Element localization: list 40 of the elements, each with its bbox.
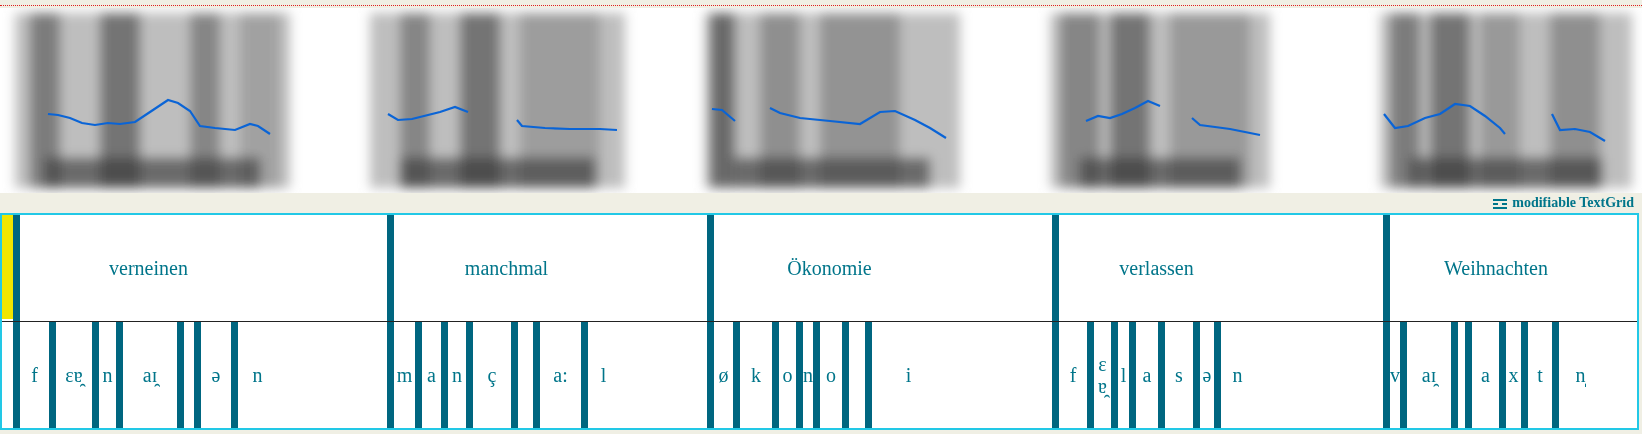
tiers-icon <box>1493 197 1508 209</box>
word-label[interactable]: Weihnachten <box>1444 256 1548 280</box>
phone-label[interactable]: aɪ̯ <box>142 364 158 386</box>
phone-label[interactable]: n <box>102 364 113 386</box>
pitch-contour <box>1191 117 1261 137</box>
phone-label[interactable]: a <box>1142 364 1152 386</box>
phone-label[interactable]: f <box>31 364 38 386</box>
word-label[interactable]: verlassen <box>1119 256 1194 280</box>
phone-label[interactable]: n <box>803 364 813 386</box>
phone-label[interactable]: o <box>826 364 836 386</box>
phone-label[interactable]: m <box>396 364 413 386</box>
phone-label[interactable]: a <box>1481 364 1490 386</box>
phone-label[interactable]: i <box>905 364 912 386</box>
phone-label[interactable]: aɪ̯ <box>1421 364 1437 386</box>
phone-label[interactable]: x <box>1508 364 1519 386</box>
phone-label[interactable]: s <box>1175 364 1183 386</box>
phone-label[interactable]: o <box>782 364 793 386</box>
phone-label[interactable]: ø <box>718 364 729 386</box>
phone-label[interactable]: ə <box>1202 364 1212 386</box>
pitch-contour <box>1551 113 1606 142</box>
phone-label[interactable]: n <box>252 364 263 386</box>
phone-label[interactable]: k <box>751 364 761 386</box>
phone-label[interactable]: ɛɐ̯ <box>1094 353 1111 397</box>
word-label[interactable]: verneinen <box>109 256 188 280</box>
phone-label[interactable]: ç <box>487 364 497 386</box>
phone-label[interactable]: a: <box>553 364 568 386</box>
pitch-contour <box>711 107 736 122</box>
phone-label[interactable]: l <box>1120 364 1127 386</box>
phone-label[interactable]: n <box>1232 364 1243 386</box>
word-label[interactable]: manchmal <box>464 256 549 280</box>
phone-label[interactable]: t <box>1537 364 1543 386</box>
phone-label[interactable]: ə <box>211 364 221 386</box>
word-label[interactable]: Ökonomie <box>787 256 872 280</box>
phone-label[interactable]: a <box>427 364 436 386</box>
phone-label[interactable]: n <box>452 364 462 386</box>
phone-label[interactable]: v <box>1390 364 1400 386</box>
phone-label[interactable]: n̩ <box>1575 364 1586 386</box>
phone-label[interactable]: f <box>1069 364 1077 386</box>
phone-label[interactable]: l <box>600 364 607 386</box>
textgrid-label: modifiable TextGrid <box>1512 195 1634 211</box>
